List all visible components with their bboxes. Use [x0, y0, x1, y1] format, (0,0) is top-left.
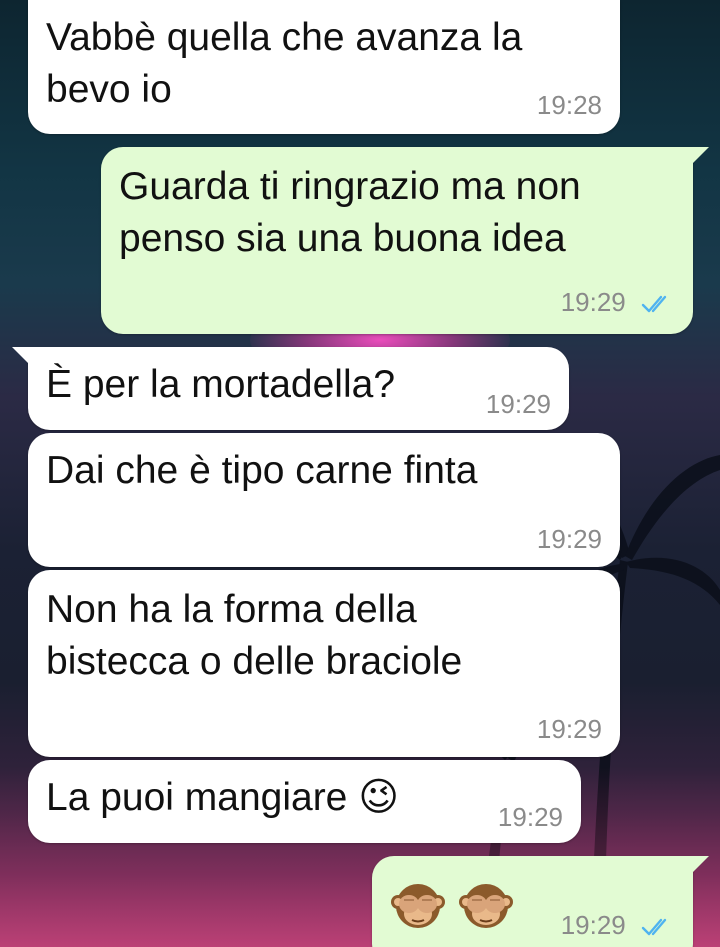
outgoing-message[interactable]: Guarda ti ringrazio ma non penso sia una… — [101, 147, 709, 334]
message-text: Guarda ti ringrazio ma non penso sia una… — [119, 165, 581, 260]
double-check-read-icon — [641, 918, 667, 936]
bubble-tail — [12, 347, 32, 367]
message-timestamp: 19:28 — [536, 90, 602, 120]
incoming-message[interactable]: È per la mortadella? 19:29 — [12, 347, 569, 430]
message-timestamp: 19:29 — [536, 524, 602, 554]
see-no-evil-monkey-icon — [391, 884, 445, 928]
incoming-message[interactable]: Non ha la forma della bistecca o delle b… — [28, 570, 620, 757]
message-text: Dai che è tipo carne finta — [46, 449, 478, 492]
timestamp-text: 19:29 — [560, 910, 626, 940]
timestamp-text: 19:29 — [560, 287, 626, 317]
message-timestamp: 19:29 — [561, 287, 675, 318]
incoming-message[interactable]: Dai che è tipo carne finta 19:29 — [28, 433, 620, 567]
message-timestamp: 19:29 — [497, 802, 563, 832]
message-text: È per la mortadella? — [46, 363, 396, 406]
double-check-read-icon — [641, 295, 667, 313]
message-text: Non ha la forma della bistecca o delle b… — [46, 588, 463, 683]
bubble-tail — [689, 147, 709, 167]
message-timestamp: 19:29 — [485, 389, 551, 419]
incoming-message[interactable]: La puoi mangiare 😉 19:29 — [28, 760, 581, 843]
message-timestamp: 19:29 — [536, 714, 602, 744]
incoming-message[interactable]: Vabbè quella che avanza la bevo io 19:28 — [28, 0, 620, 134]
bubble-tail — [689, 856, 709, 876]
emoji-row — [390, 876, 514, 932]
message-timestamp: 19:29 — [561, 910, 675, 941]
message-text: La puoi mangiare 😉 — [46, 776, 399, 819]
see-no-evil-monkey-icon — [459, 884, 513, 928]
outgoing-message[interactable]: 19:29 — [372, 856, 709, 947]
message-text: Vabbè quella che avanza la bevo io — [46, 16, 523, 111]
